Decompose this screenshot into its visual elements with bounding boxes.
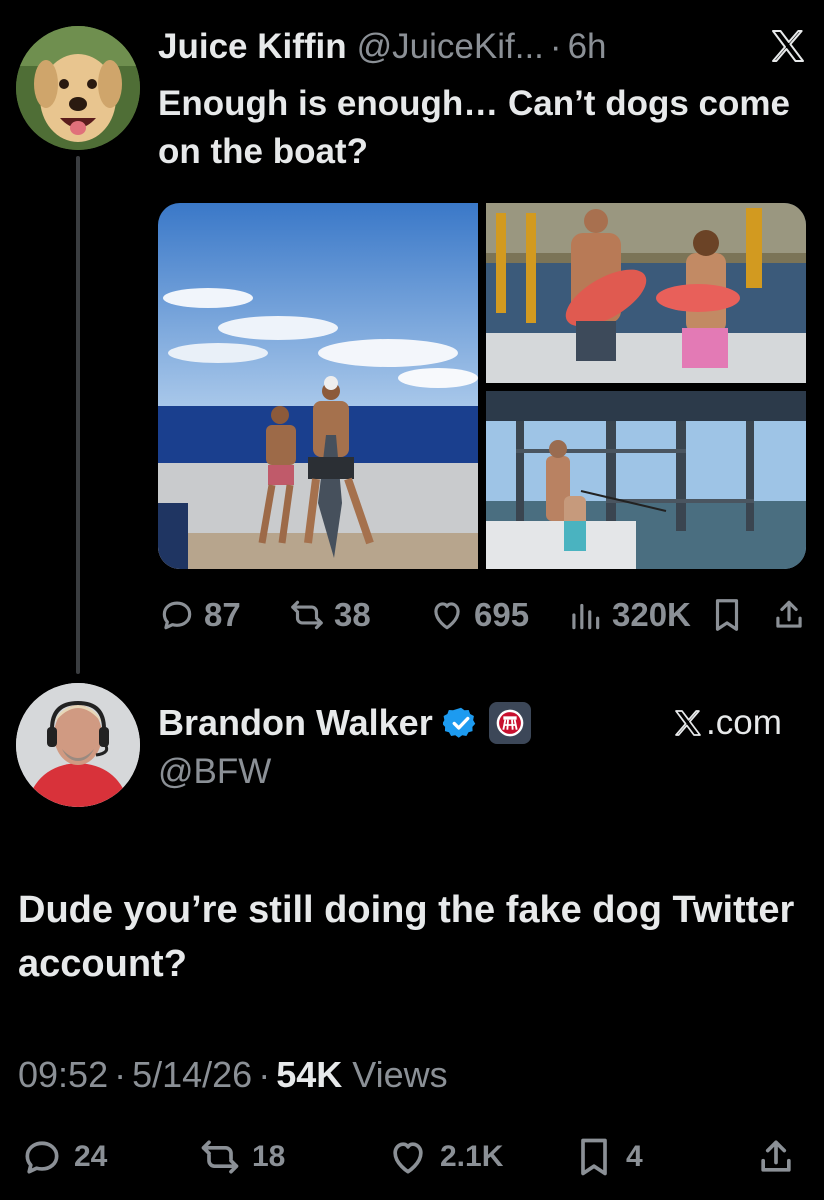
tweet-text: Enough is enough… Can’t dogs come on the… — [158, 84, 790, 171]
share-icon — [776, 600, 802, 628]
share-icon — [761, 1140, 791, 1172]
photo-boat-tuna[interactable] — [158, 203, 478, 569]
like-count: 695 — [474, 596, 530, 633]
reply-text: Dude you’re still doing the fake dog Twi… — [18, 889, 795, 985]
reply-author-name[interactable]: Brandon Walker — [158, 702, 433, 744]
author-name[interactable]: Juice Kiffin — [158, 27, 347, 67]
reply-icon — [25, 1141, 59, 1174]
verified-badge-icon — [442, 707, 475, 738]
separator: · — [549, 27, 562, 66]
share-button[interactable] — [770, 590, 816, 640]
like-button[interactable]: 695 — [428, 590, 529, 640]
retweet-icon — [201, 1140, 239, 1174]
like-icon — [393, 1142, 423, 1174]
reply-time[interactable]: 09:52 — [18, 1054, 108, 1096]
reply-button[interactable]: 87 — [158, 590, 241, 640]
like-icon — [434, 602, 460, 630]
like-count: 2.1K — [440, 1140, 504, 1173]
separator: · — [114, 1054, 127, 1095]
separator: · — [258, 1054, 271, 1095]
views-count: 54K — [276, 1054, 343, 1095]
bookmark-button[interactable] — [708, 590, 754, 640]
bookmark-button[interactable]: 4 — [572, 1132, 643, 1182]
source-link[interactable]: .com — [672, 700, 782, 746]
avatar-juice-kiffin[interactable] — [16, 26, 140, 150]
share-button[interactable] — [754, 1132, 808, 1182]
bookmark-icon — [715, 599, 739, 631]
reply-count: 24 — [74, 1140, 108, 1173]
views-button[interactable]: 320K — [566, 590, 691, 640]
reply-header: Brandon Walker — [158, 700, 531, 746]
barstool-badge-icon — [488, 702, 531, 744]
author-handle[interactable]: @JuiceKif... — [357, 27, 544, 67]
thread-line — [76, 156, 80, 674]
retweet-count: 18 — [252, 1140, 286, 1173]
x-logo-icon — [675, 710, 701, 736]
bookmark-icon — [581, 1138, 607, 1176]
tweet-action-bar: 87 38 695 320K — [158, 590, 808, 640]
views-icon — [572, 603, 600, 630]
source-text: .com — [706, 703, 782, 742]
retweet-icon — [291, 600, 323, 630]
like-button[interactable]: 2.1K — [386, 1132, 503, 1182]
reply-date[interactable]: 5/14/26 — [132, 1054, 252, 1096]
retweet-button[interactable]: 18 — [198, 1132, 285, 1182]
retweet-count: 38 — [334, 596, 371, 633]
x-logo-icon[interactable] — [768, 26, 808, 66]
bookmark-count: 4 — [626, 1140, 643, 1173]
tweet-age[interactable]: 6h — [568, 27, 607, 67]
photo-red-snapper[interactable] — [486, 203, 806, 383]
views-label: Views — [352, 1054, 448, 1095]
tweet-header: Juice Kiffin @JuiceKif... · 6h — [158, 24, 718, 70]
photo-oil-rig-fishing[interactable] — [486, 391, 806, 569]
reply-count: 87 — [204, 596, 241, 633]
reply-author-handle[interactable]: @BFW — [158, 752, 271, 792]
avatar-brandon-walker[interactable] — [16, 683, 140, 807]
tweet-media-grid — [158, 203, 806, 569]
retweet-button[interactable]: 38 — [288, 590, 371, 640]
reply-icon — [162, 601, 192, 630]
reply-action-bar: 24 18 2.1K 4 — [0, 1132, 824, 1182]
reply-meta: 09:52 · 5/14/26 · 54K Views — [18, 1052, 448, 1098]
reply-button[interactable]: 24 — [20, 1132, 107, 1182]
views-count: 320K — [612, 596, 691, 633]
